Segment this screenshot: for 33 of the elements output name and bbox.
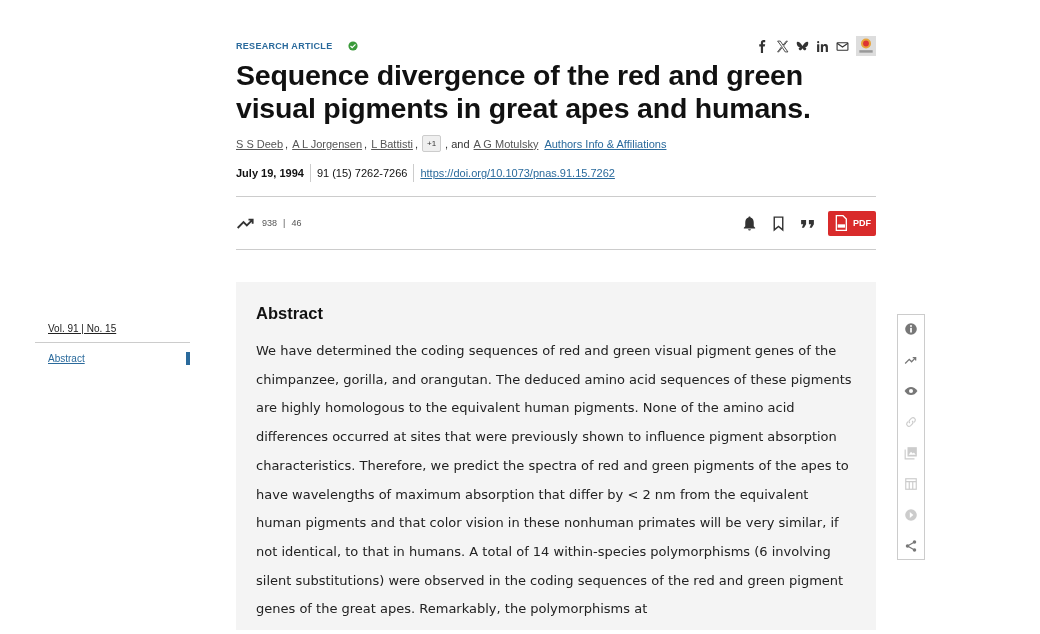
conjunction: , and [445, 137, 470, 150]
abstract-heading: Abstract [256, 304, 324, 323]
separator: | [283, 218, 286, 228]
info-icon[interactable] [904, 322, 918, 336]
eye-icon[interactable] [904, 384, 918, 398]
affiliations-link[interactable]: Authors Info & Affiliations [544, 137, 667, 150]
author-link[interactable]: A G Motulsky [473, 137, 539, 150]
butterfly-icon[interactable] [796, 39, 809, 53]
pdf-icon [833, 214, 849, 232]
issue-link[interactable]: Vol. 91 | No. 15 [35, 323, 117, 334]
mail-icon[interactable] [836, 39, 849, 53]
citation: 91 (15) 7262-7266 [316, 167, 408, 179]
article-title: Sequence divergence of the red and green visual pigments in great apes and humans. [236, 59, 812, 125]
doi-link[interactable]: https://doi.org/10.1073/pnas.91.15.7262 [420, 167, 615, 179]
pdf-button[interactable]: PDF [828, 210, 876, 236]
views-count: 938 [262, 218, 278, 228]
sidebar-item[interactable]: Abstract [48, 353, 85, 364]
author-link[interactable]: S S Deeb [236, 137, 284, 150]
bell-icon[interactable] [741, 214, 758, 232]
share-icon[interactable] [904, 539, 918, 553]
author-link[interactable]: A L Jorgensen [292, 137, 363, 150]
article-type: RESEARCH ARTICLE [236, 41, 333, 51]
separator: , [414, 137, 418, 150]
author-link[interactable]: L Battisti [371, 137, 413, 150]
citations-count: 46 [291, 218, 302, 228]
separator: , [364, 137, 368, 150]
separator: , [285, 137, 289, 150]
linkedin-icon[interactable] [816, 39, 829, 53]
more-authors-button[interactable]: +1 [422, 135, 442, 152]
publication-date: July 19, 1994 [236, 167, 304, 179]
badge-icon[interactable] [856, 36, 876, 56]
abstract-text: We have determined the coding sequences of red and green visual pigment genes of the chimpanzee, gorilla, and orangutan. The deduced amino acid sequences of these pigments are highly homologous to the equivalent human pigments. None of the amino acid differences occurred at sites that were previously shown to influence pigment absorption characteristics. Therefore, we predict the spectra of red and green pigments of the apes to have wavelengths of maximum absorption that differ by < 2 nm from the equivalent human pigments and that color vision in these nonhuman primates will be very similar, if not identical, to that in humans. A total of 14 within-species polymorphisms (6 involving silent substitutions) were observed in the coding sequences of the red and green pigment genes of the great apes. Remarkably, the polymorphisms at [256, 342, 853, 619]
x-icon[interactable] [776, 39, 789, 53]
